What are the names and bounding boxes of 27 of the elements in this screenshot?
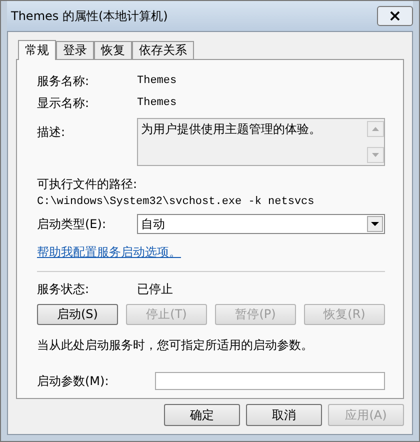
scroll-down-icon[interactable] — [367, 147, 384, 163]
close-button[interactable]: × — [377, 6, 413, 26]
tab[interactable]: 依存关系 — [132, 41, 194, 59]
startup-type-dropdown[interactable]: 自动 — [137, 214, 385, 234]
hint-text: 当从此处启动服务时，您可指定所适用的启动参数。 — [37, 337, 314, 354]
field-label: 服务名称: — [37, 72, 90, 90]
field-label: 启动类型(E): — [37, 216, 107, 232]
tab[interactable]: 常规 — [18, 40, 56, 60]
field-label: 描述: — [37, 124, 66, 141]
field-label: 显示名称: — [37, 94, 90, 112]
help-link[interactable]: 帮助我配置服务启动选项。 — [37, 244, 181, 261]
field-value: Themes — [137, 97, 177, 109]
field-label: 服务状态: — [37, 280, 90, 298]
status-value: 已停止 — [137, 280, 173, 298]
tab[interactable]: 登录 — [56, 41, 94, 59]
tab[interactable]: 恢复 — [94, 41, 132, 59]
dialog-button[interactable]: 取消 — [246, 404, 322, 426]
dialog-button[interactable]: 确定 — [164, 404, 240, 426]
field-value: Themes — [137, 75, 177, 87]
start-parameters-field[interactable] — [155, 372, 385, 390]
path-text: C:\windows\System32\svchost.exe -k netsvcs — [37, 196, 316, 208]
service-control-button[interactable]: 启动(S) — [37, 304, 118, 325]
description-box[interactable]: 为用户提供使用主题管理的体验。 — [137, 118, 385, 166]
field-label: 可执行文件的路径: — [37, 176, 138, 193]
scroll-up-icon[interactable] — [367, 121, 384, 137]
window-title: Themes 的属性(本地计算机) — [11, 8, 168, 24]
field-label: 启动参数(M): — [37, 372, 110, 390]
